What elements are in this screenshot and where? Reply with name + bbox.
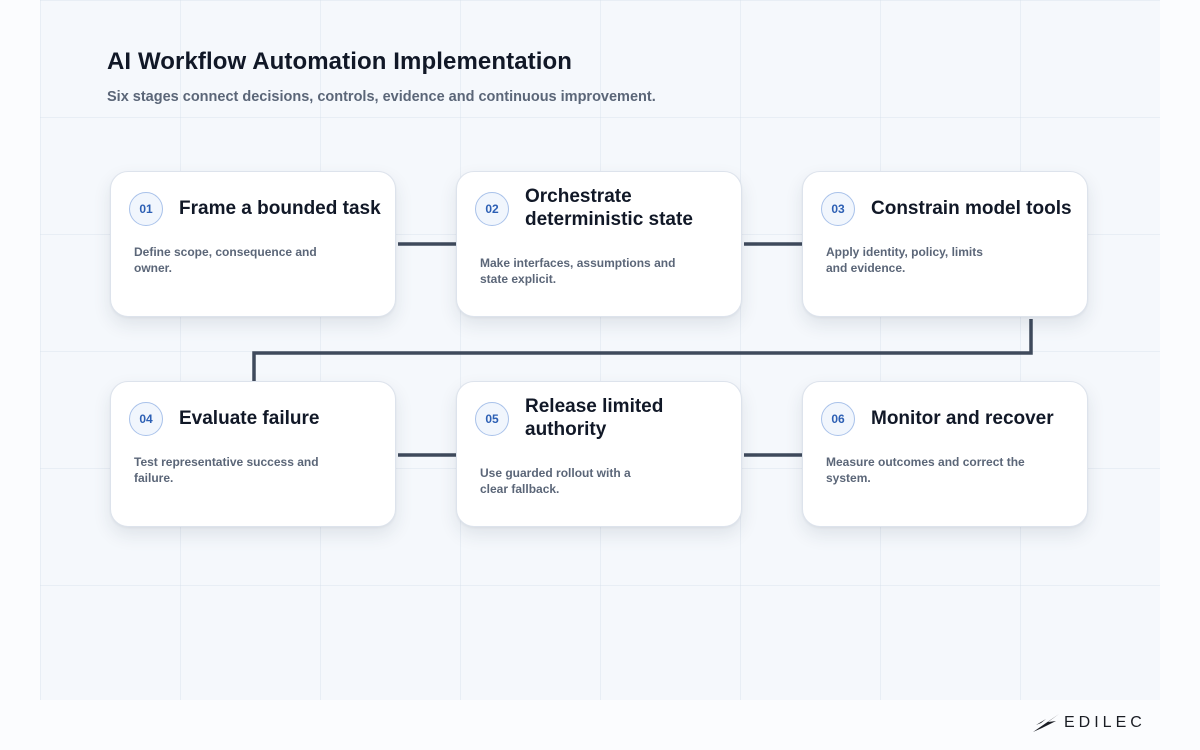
stage-number-badge: 05 [475, 402, 509, 436]
stage-card-04: 04 Evaluate failure Test representative … [110, 381, 396, 527]
stage-description: Measure outcomes and correct the system. [826, 455, 1025, 485]
brand-name: EDILEC [1064, 714, 1146, 731]
stage-card-03: 03 Constrain model tools Apply identity,… [802, 171, 1088, 317]
stage-number-badge: 02 [475, 192, 509, 226]
stage-title: Monitor and recover [871, 408, 1054, 429]
diagram-canvas [40, 0, 1160, 700]
stage-number-badge: 06 [821, 402, 855, 436]
page-subtitle: Six stages connect decisions, controls, … [107, 89, 656, 105]
brand-logo: EDILEC [1032, 711, 1146, 735]
stage-description: Test representative success and failure. [134, 455, 319, 485]
stage-description: Apply identity, policy, limits and evide… [826, 245, 983, 275]
stage-description: Use guarded rollout with a clear fallbac… [480, 466, 631, 496]
stage-title: Release limited authority [525, 396, 664, 440]
stage-number-badge: 03 [821, 192, 855, 226]
stage-title: Orchestrate deterministic state [525, 186, 693, 230]
stage-number-badge: 01 [129, 192, 163, 226]
stage-description: Define scope, consequence and owner. [134, 245, 317, 275]
stage-card-06: 06 Monitor and recover Measure outcomes … [802, 381, 1088, 527]
stage-card-01: 01 Frame a bounded task Define scope, co… [110, 171, 396, 317]
stage-card-05: 05 Release limited authority Use guarded… [456, 381, 742, 527]
stage-title: Evaluate failure [179, 408, 320, 429]
page-title: AI Workflow Automation Implementation [107, 48, 573, 75]
stage-title: Constrain model tools [871, 198, 1072, 219]
stage-number-badge: 04 [129, 402, 163, 436]
bird-logo-icon [1033, 714, 1059, 732]
stage-title: Frame a bounded task [179, 198, 381, 219]
stage-description: Make interfaces, assumptions and state e… [480, 256, 676, 286]
stage-card-02: 02 Orchestrate deterministic state Make … [456, 171, 742, 317]
